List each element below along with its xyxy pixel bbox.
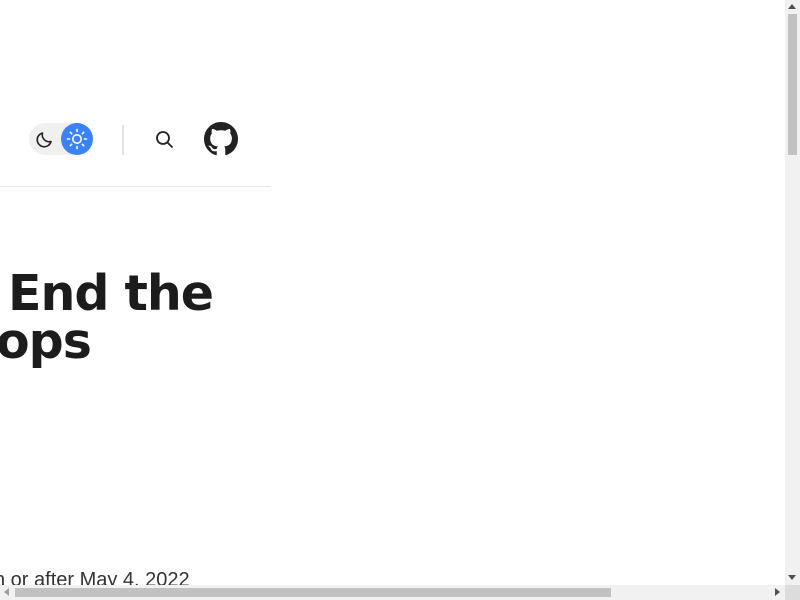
page-title-line-2: ops [0, 317, 213, 366]
github-icon[interactable] [204, 122, 238, 156]
moon-icon[interactable] [33, 127, 57, 151]
sun-icon[interactable] [61, 123, 93, 155]
scroll-right-arrow-icon[interactable] [775, 588, 780, 596]
scroll-left-arrow-icon[interactable] [4, 588, 9, 596]
vertical-scroll-thumb[interactable] [788, 14, 797, 155]
search-icon[interactable] [152, 127, 176, 151]
page-title: End the ops [0, 269, 214, 366]
theme-toggle[interactable] [29, 123, 93, 155]
header-divider [122, 125, 124, 155]
scroll-down-arrow-icon[interactable] [788, 575, 796, 580]
page-title-line-1: End the [0, 269, 214, 318]
site-header [0, 0, 271, 187]
scroll-up-arrow-icon[interactable] [788, 4, 796, 9]
date-text-content: n or after May 4, 2022 [0, 569, 190, 585]
title-line2-text: ops [0, 313, 92, 370]
published-date-text: n or after May 4, 2022 [0, 569, 190, 585]
horizontal-scrollbar[interactable] [0, 585, 785, 600]
scrollbar-corner [785, 585, 800, 600]
horizontal-scroll-thumb[interactable] [15, 588, 611, 597]
page-viewport: End the ops n or after May 4, 2022 [0, 0, 785, 585]
vertical-scrollbar[interactable] [785, 0, 800, 585]
